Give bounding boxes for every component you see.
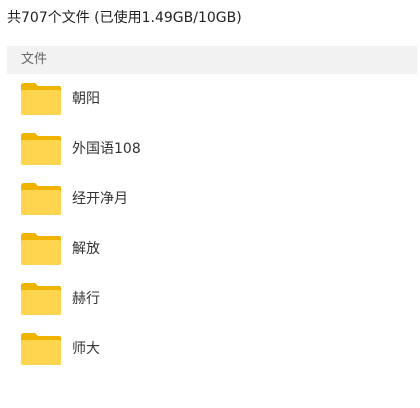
folder-name: 师大 [72, 341, 100, 357]
folder-item-5[interactable]: 赫行 [0, 274, 420, 324]
folder-name: 朝阳 [72, 91, 100, 107]
folder-icon [20, 82, 62, 116]
folder-icon [20, 282, 62, 316]
folder-item-2[interactable]: 外国语108 [0, 124, 420, 174]
folder-name: 赫行 [72, 291, 100, 307]
section-header-files: 文件 [7, 46, 417, 74]
folder-icon [20, 132, 62, 166]
folder-item-4[interactable]: 解放 [0, 224, 420, 274]
folder-item-6[interactable]: 师大 [0, 324, 420, 374]
folder-icon [20, 182, 62, 216]
folder-name: 外国语108 [72, 141, 141, 157]
folder-item-3[interactable]: 经开净月 [0, 174, 420, 224]
folder-icon [20, 332, 62, 366]
folder-item-1[interactable]: 朝阳 [0, 74, 420, 124]
folder-name: 解放 [72, 241, 100, 257]
storage-summary: 共707个文件 (已使用1.49GB/10GB) [7, 10, 242, 26]
folder-icon [20, 232, 62, 266]
folder-list: 朝阳 外国语108 经开净月 解放 赫行 师大 [0, 74, 420, 374]
folder-name: 经开净月 [72, 191, 128, 207]
